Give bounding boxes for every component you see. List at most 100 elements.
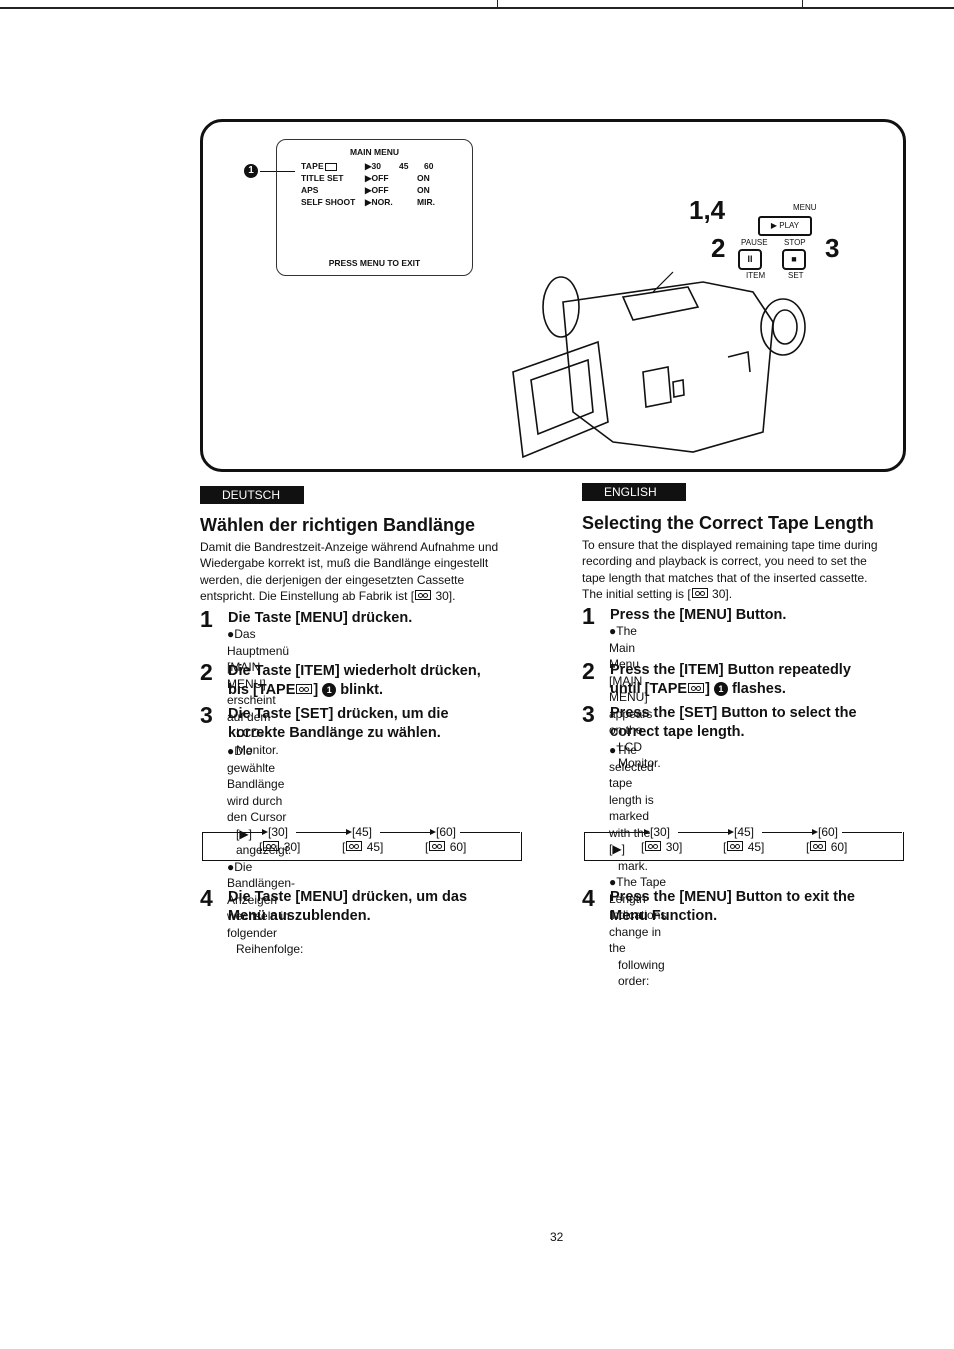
main-menu-osd: MAIN MENU TAPE ▶30 45 60 TITLE SET ▶OFF … [276, 139, 473, 276]
lang-tag-deutsch: DEUTSCH [200, 486, 304, 504]
cassette-icon [263, 841, 280, 851]
heading-line: Press the [ITEM] Button repeatedly [610, 662, 851, 678]
callout-marker-1: 1 [322, 683, 337, 697]
heading-line: Press the [SET] Button to select the [610, 705, 857, 721]
section-title-en: Selecting the Correct Tape Length [582, 513, 874, 533]
osd-value: ON [417, 173, 430, 183]
seq-bracket-60: [60] [436, 825, 457, 839]
page-number: 32 [550, 1230, 564, 1244]
heading-text: flashes. [727, 681, 786, 697]
seq-cassette-30: [ 30] [259, 840, 301, 854]
step-number: 3 [200, 702, 213, 728]
osd-row-label: TAPE [301, 161, 337, 171]
bullet-line: following order: [618, 957, 665, 989]
step-heading: Press the [ITEM] Button repeatedly until… [610, 661, 851, 699]
bullet-line: ●Die gewählte Bandlänge wird durch den C… [227, 744, 287, 824]
intro-text: The initial setting is [ [582, 586, 691, 601]
heading-text: bis [TAPE [228, 682, 296, 698]
osd-value: ▶OFF [365, 185, 389, 195]
lens-barrel [542, 276, 580, 338]
intro-line: recording and playback is correct, you n… [582, 554, 867, 569]
menu-label: MENU [793, 203, 817, 212]
intro-line: Damit die Bandrestzeit-Anzeige während A… [200, 540, 499, 554]
seq-value: 30 [665, 840, 680, 854]
osd-value: ON [417, 185, 430, 195]
step-number: 2 [200, 659, 213, 685]
pause-label: PAUSE [741, 238, 768, 247]
stop-label: STOP [784, 238, 806, 247]
osd-value: MIR. [417, 197, 435, 207]
seq-arrow [380, 832, 430, 833]
section-title-de: Wählen der richtigen Bandlänge [200, 515, 476, 535]
step-number: 1 [582, 603, 595, 629]
cassette-icon [810, 841, 827, 851]
heading-line: correct tape length. [610, 724, 745, 740]
heading-line: Press the [MENU] Button to exit the [610, 889, 855, 905]
heading-line: Die Taste [SET] drücken, um die [228, 706, 449, 722]
seq-arrow [842, 832, 902, 833]
step-heading: Press the [SET] Button to select the cor… [610, 704, 857, 742]
intro-text: 30]. [708, 586, 733, 601]
camcorder-illustration [512, 271, 806, 459]
osd-row-label: SELF SHOOT [301, 197, 356, 207]
step-bullet: ●The selected tape length is marked with… [609, 742, 666, 990]
seq-bracket-45: [45] [734, 825, 755, 839]
step-heading: Die Taste [MENU] drücken, um das Menü au… [228, 888, 467, 926]
step-ref-set: 3 [825, 233, 840, 263]
seq-cassette-45: [ 45] [723, 840, 765, 854]
step-ref-item: 2 [711, 233, 726, 263]
osd-value: 45 [399, 161, 409, 171]
crop-mark [802, 0, 803, 8]
step-heading: Die Taste [ITEM] wiederholt drücken, bis… [228, 662, 481, 700]
callout-marker-1: 1 [244, 164, 258, 178]
lang-tag-english: ENGLISH [582, 483, 686, 501]
heading-text: ] [313, 682, 323, 698]
cassette-icon [691, 587, 708, 598]
intro-de: Damit die Bandrestzeit-Anzeige während A… [200, 539, 530, 604]
seq-arrow [678, 832, 728, 833]
seq-value: 30 [283, 840, 298, 854]
step-ref-menu: 1,4 [689, 195, 726, 225]
seq-arrow [584, 832, 644, 833]
seq-value: 45 [747, 840, 762, 854]
osd-tape-label: TAPE [301, 161, 324, 171]
seq-value: 45 [366, 840, 381, 854]
seq-arrow [762, 832, 812, 833]
intro-line: The initial setting is [ 30]. [582, 586, 902, 602]
osd-value: 60 [424, 161, 434, 171]
cassette-icon [645, 841, 662, 851]
intro-line: werden, die derjenigen der eingesetzten … [200, 572, 465, 587]
seq-cassette-30: [ 30] [641, 840, 683, 854]
osd-footer: PRESS MENU TO EXIT [328, 258, 421, 268]
seq-bracket-45: [45] [352, 825, 373, 839]
osd-row-label: APS [301, 185, 319, 195]
cassette-icon [429, 841, 446, 851]
cassette-icon [415, 589, 432, 600]
seq-value: 60 [830, 840, 845, 854]
lcd-screen [530, 358, 594, 436]
seq-bracket-30: [30] [268, 825, 289, 839]
step-number: 2 [582, 658, 595, 684]
intro-text: 30]. [432, 588, 456, 603]
step-number: 1 [200, 606, 213, 632]
heading-text: blinkt. [336, 682, 383, 698]
heading-line: Die Taste [ITEM] wiederholt drücken, [228, 663, 481, 679]
seq-value: 60 [449, 840, 464, 854]
intro-text: entspricht. Die Einstellung ab Fabrik is… [200, 588, 415, 603]
intro-line: Wiedergabe korrekt ist, muß die Bandläng… [200, 556, 489, 571]
heading-line: until [TAPE] 1 flashes. [610, 680, 851, 699]
cassette-icon [688, 683, 705, 693]
eyepiece [760, 298, 806, 356]
seq-bracket-60: [60] [818, 825, 839, 839]
cassette-icon [296, 684, 313, 694]
lcd-panel [512, 340, 609, 459]
seq-cassette-60: [ 60] [806, 840, 848, 854]
heading-line: Die Taste [MENU] drücken, um das [228, 889, 468, 905]
step-number: 4 [582, 885, 595, 911]
heading-text: ] [705, 681, 714, 697]
step-number: 4 [200, 885, 213, 911]
bullet-line: Reihenfolge: [236, 942, 304, 956]
step-heading: Press the [MENU] Button to exit the Menu… [610, 888, 855, 926]
seq-arrow [460, 832, 520, 833]
cassette-icon [324, 162, 337, 171]
